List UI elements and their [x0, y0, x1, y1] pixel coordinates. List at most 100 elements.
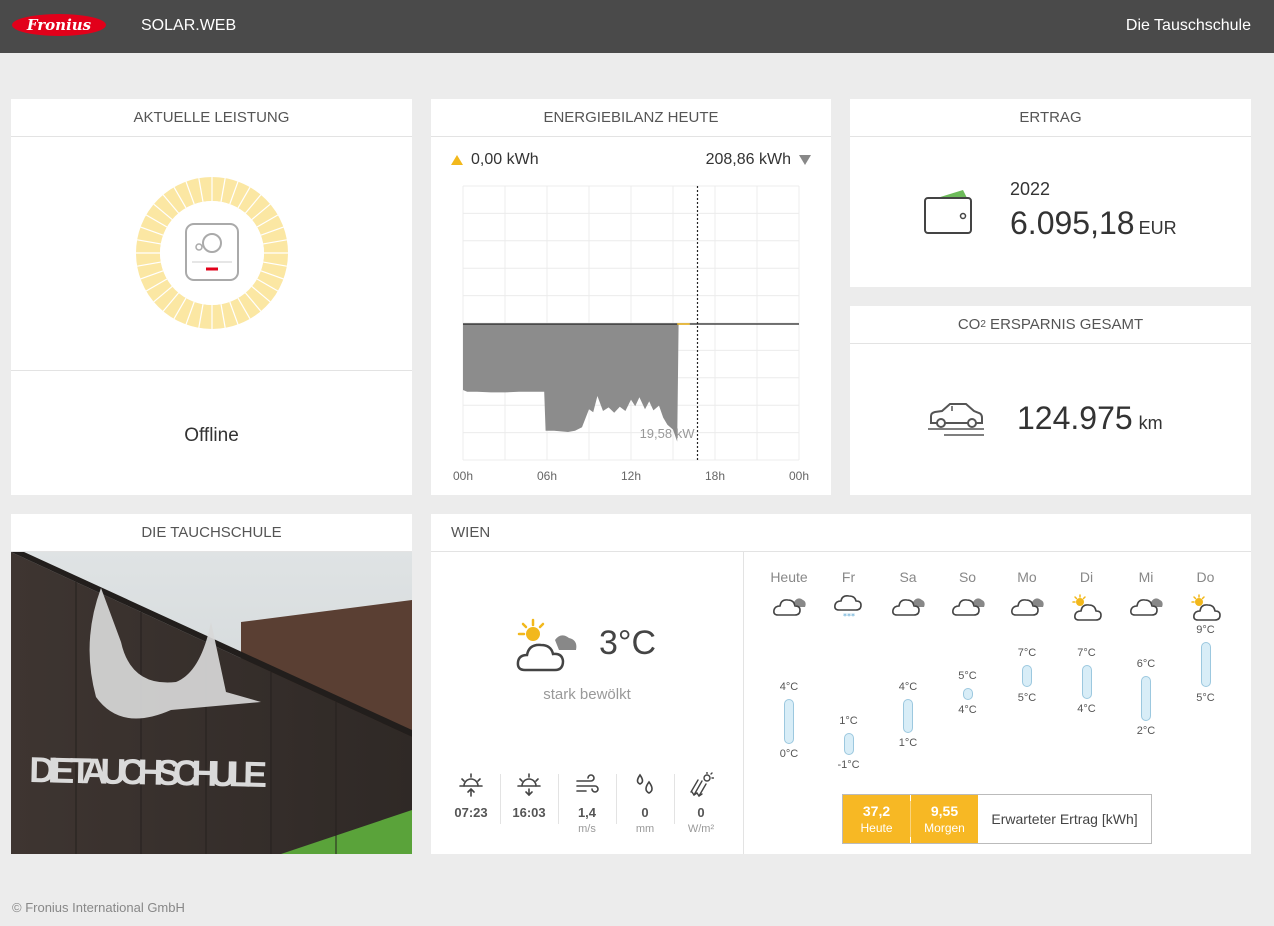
current-temperature: 3°C: [599, 624, 657, 662]
wall-text: DIE TAUCHSCHULE: [29, 749, 268, 795]
ertrag-unit: EUR: [1138, 218, 1177, 238]
forecast-min-temp: 5°C: [1196, 691, 1215, 704]
weather-card: WIEN 3°C stark bewölkt 07:23 16:03 1,4 m/s 0…: [431, 514, 1251, 854]
co2-title-prefix: CO: [957, 316, 981, 333]
cloudy-icon: [772, 594, 806, 623]
power-card-title: AKTUELLE LEISTUNG: [11, 99, 412, 137]
weather-stat-unit: W/m²: [687, 823, 715, 835]
partly-cloudy-icon: [516, 618, 577, 672]
power-status: Offline: [184, 425, 239, 446]
cloudy-icon: [1129, 594, 1163, 623]
weather-stat-unit: m/s: [578, 823, 596, 835]
weather-stat-value: 0: [697, 805, 705, 820]
radiation-icon: [676, 771, 726, 803]
wind-icon: [562, 772, 612, 803]
app-title[interactable]: SOLAR.WEB: [141, 17, 236, 35]
co2-unit: km: [1138, 413, 1163, 433]
snow-icon: ***: [832, 594, 866, 625]
x-tick-label: 00h: [789, 469, 809, 483]
ertrag-year: 2022: [1010, 179, 1051, 199]
energy-card: ENERGIEBILANZ HEUTE 0,00 kWh 208,86 kWh …: [431, 99, 831, 495]
yield-today-label: Heute: [860, 821, 893, 835]
building-photo[interactable]: DIE TAUCHSCHULE: [11, 552, 412, 854]
forecast-day-name[interactable]: Di: [1062, 569, 1112, 585]
yield-today-value: 37,2: [862, 803, 891, 819]
power-divider: [11, 370, 412, 371]
x-tick-label: 18h: [705, 469, 725, 483]
ertrag-card: ERTRAG 2022 6.095,18 EUR: [850, 99, 1251, 287]
chart-marker-label: 19,58 kW: [640, 426, 696, 441]
footer-copyright: © Fronius International GmbH: [12, 900, 185, 915]
power-ring: [135, 176, 289, 335]
weather-card-title: WIEN: [431, 514, 1251, 552]
partly-sunny-icon: [1070, 594, 1104, 627]
sunset-icon: [504, 772, 554, 803]
weather-stat-sunrise: 07:23: [446, 772, 496, 820]
forecast-day-name[interactable]: Mo: [1002, 569, 1052, 585]
x-tick-label: 00h: [453, 469, 473, 483]
forecast-max-temp: 7°C: [1017, 646, 1037, 659]
forecast-max-temp: 4°C: [779, 680, 799, 693]
forecast-min-temp: 4°C: [958, 703, 977, 716]
temperature-range-bar: [1200, 642, 1211, 688]
cloudy-icon: [1010, 594, 1044, 623]
rain-drops-icon: [620, 772, 670, 803]
weather-stat-separator: [500, 774, 501, 824]
forecast-max-temp: 4°C: [898, 680, 918, 693]
partly-sunny-icon: [1189, 594, 1223, 627]
ertrag-card-title: ERTRAG: [850, 99, 1251, 137]
ertrag-value-row: 6.095,18 EUR: [1010, 205, 1177, 242]
co2-card: CO 2 ERSPARNIS GESAMT 124.975 km: [850, 306, 1251, 495]
weather-stat-value: 0: [641, 805, 649, 820]
fronius-logo[interactable]: Fronius: [11, 13, 107, 37]
weather-stat-separator: [558, 774, 559, 824]
cloudy-icon: [951, 594, 985, 623]
temperature-range-bar: [784, 698, 794, 744]
ertrag-amount: 6.095,18: [1010, 205, 1135, 241]
x-tick-label: 12h: [621, 469, 641, 483]
yield-today: 37,2 Heute: [843, 795, 910, 843]
forecast-min-temp: 1°C: [898, 736, 918, 749]
co2-value-row: 124.975 km: [1017, 400, 1163, 437]
forecast-min-temp: 5°C: [1017, 691, 1037, 704]
temperature-range-bar: [1022, 664, 1032, 688]
temperature-range-bar: [903, 698, 913, 733]
forecast-max-temp: 7°C: [1077, 646, 1096, 659]
forecast-min-temp: 4°C: [1077, 702, 1096, 715]
forecast-max-temp: 5°C: [958, 669, 977, 682]
photo-card-title: DIE TAUCHSCHULE: [11, 514, 412, 552]
weather-stat-value: 1,4: [577, 805, 597, 820]
weather-stat-value: 16:03: [512, 805, 546, 820]
weather-description: stark bewölkt: [543, 686, 631, 703]
weather-stat-wind: 1,4 m/s: [562, 772, 612, 835]
weather-stat-radiation: 0 W/m²: [676, 771, 726, 835]
co2-card-title: CO 2 ERSPARNIS GESAMT: [850, 306, 1251, 344]
forecast-day-name[interactable]: So: [943, 569, 993, 585]
temperature-range-bar: [843, 732, 854, 756]
forecast-min-temp: 0°C: [779, 748, 799, 760]
temperature-range-bar: [1081, 664, 1092, 699]
top-bar: Fronius SOLAR.WEB Die Tauschschule: [0, 0, 1274, 53]
site-name[interactable]: Die Tauschschule: [1126, 17, 1251, 35]
logo-text: Fronius: [26, 16, 92, 34]
energy-chart[interactable]: 19,58 kW 00h 06h 12h 18h 00h: [431, 99, 831, 495]
yield-tomorrow-value: 9,55: [930, 803, 959, 819]
sunrise-icon: [446, 772, 496, 803]
forecast-max-temp: 1°C: [839, 714, 858, 727]
car-icon: [928, 403, 984, 436]
temperature-range-bar: [962, 687, 973, 700]
expected-yield-box[interactable]: 37,2 Heute 9,55 Morgen Erwarteter Ertrag…: [842, 794, 1152, 844]
forecast-day-name[interactable]: Mi: [1121, 569, 1171, 585]
weather-stat-separator: [616, 774, 617, 824]
forecast-day-name[interactable]: Heute: [764, 569, 814, 585]
yield-caption: Erwarteter Ertrag [kWh]: [991, 811, 1138, 827]
weather-stat-unit: mm: [635, 823, 655, 835]
forecast-day-name[interactable]: Sa: [883, 569, 933, 585]
forecast-day-name[interactable]: Do: [1181, 569, 1231, 585]
weather-stat-separator: [674, 774, 675, 824]
svg-text:***: ***: [843, 612, 855, 620]
consumption-area: [463, 324, 679, 442]
weather-stat-value: 07:23: [454, 805, 488, 820]
forecast-day-name[interactable]: Fr: [824, 569, 874, 585]
yield-tomorrow-label: Morgen: [924, 821, 965, 835]
